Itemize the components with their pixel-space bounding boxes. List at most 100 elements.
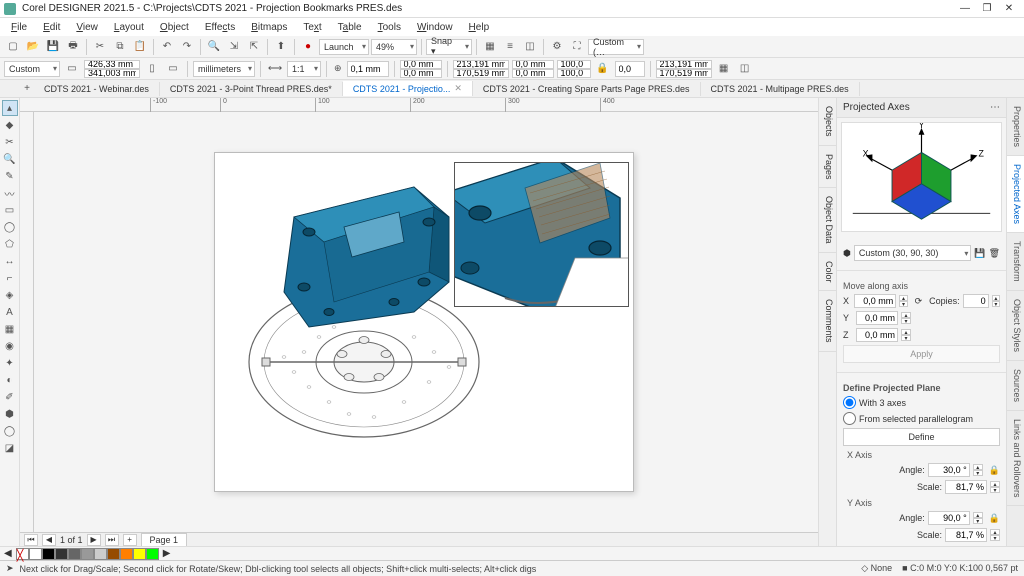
tab-add-icon[interactable]: + <box>20 80 34 98</box>
last-page-icon[interactable]: ⏭ <box>105 534 119 546</box>
redo-icon[interactable]: ↷ <box>178 38 196 56</box>
pct2-input[interactable] <box>557 69 591 78</box>
prev-page-icon[interactable]: ◀ <box>42 534 56 546</box>
ellipse-tool[interactable]: ◯ <box>2 219 18 235</box>
docker-pages[interactable]: Pages <box>819 146 836 189</box>
color-swatch-3[interactable] <box>68 548 81 560</box>
all-pages-icon[interactable]: ▦ <box>715 60 733 78</box>
units-combo[interactable]: millimeters <box>193 61 255 77</box>
doctab-1[interactable]: CDTS 2021 - 3-Point Thread PRES.des* <box>160 82 343 96</box>
rectangle-tool[interactable]: ▭ <box>2 202 18 218</box>
page-height-input[interactable] <box>84 69 140 78</box>
fullscreen-icon[interactable]: ⛶ <box>568 38 586 56</box>
snap-combo[interactable]: Snap ▾ <box>426 39 472 55</box>
rdock-transform[interactable]: Transform <box>1007 233 1024 291</box>
menu-layout[interactable]: Layout <box>107 20 151 35</box>
rdock-projected-axes[interactable]: Projected Axes <box>1007 156 1024 233</box>
rdock-properties[interactable]: Properties <box>1007 98 1024 156</box>
grid-icon[interactable]: ▦ <box>481 38 499 56</box>
menu-help[interactable]: Help <box>462 20 497 35</box>
menu-window[interactable]: Window <box>410 20 460 35</box>
page-preset-combo[interactable]: Custom <box>4 61 60 77</box>
docker-object-data[interactable]: Object Data <box>819 188 836 253</box>
menu-tools[interactable]: Tools <box>371 20 408 35</box>
projected-tool[interactable]: ◈ <box>2 287 18 303</box>
rdock-links[interactable]: Links and Rollovers <box>1007 411 1024 507</box>
pick-tool[interactable]: ▴ <box>2 100 18 116</box>
text-tool[interactable]: A <box>2 304 18 320</box>
undo-icon[interactable]: ↶ <box>158 38 176 56</box>
m2-input[interactable] <box>656 69 712 78</box>
axis-1-scale-input[interactable] <box>945 528 987 542</box>
delete-preset-icon[interactable]: 🗑 <box>989 248 1000 259</box>
search-icon[interactable]: 🔍 <box>205 38 223 56</box>
rotation-input[interactable] <box>615 61 645 77</box>
dup-y-input[interactable] <box>400 69 442 78</box>
menu-object[interactable]: Object <box>153 20 196 35</box>
color-swatch-4[interactable] <box>81 548 94 560</box>
copy-icon[interactable]: ⧉ <box>111 38 129 56</box>
first-page-icon[interactable]: ⏮ <box>24 534 38 546</box>
shape-tool[interactable]: ◆ <box>2 117 18 133</box>
lock-icon[interactable]: 🔒 <box>594 60 612 78</box>
docker-objects[interactable]: Objects <box>819 98 836 146</box>
menu-view[interactable]: View <box>69 20 105 35</box>
rdock-object-styles[interactable]: Object Styles <box>1007 291 1024 361</box>
grid-y-input[interactable] <box>453 69 509 78</box>
crop-tool[interactable]: ✂ <box>2 134 18 150</box>
color-swatch-2[interactable] <box>55 548 68 560</box>
new-icon[interactable]: ▢ <box>4 38 22 56</box>
menu-file[interactable]: File <box>4 20 34 35</box>
landscape-icon[interactable]: ▯ <box>143 60 161 78</box>
drop-shadow-tool[interactable]: ◪ <box>2 440 18 456</box>
docker-color[interactable]: Color <box>819 253 836 292</box>
lock-icon[interactable]: 🔒 <box>989 465 1000 476</box>
launch-combo[interactable]: Launch <box>319 39 369 55</box>
doctab-3[interactable]: CDTS 2021 - Creating Spare Parts Page PR… <box>473 82 701 96</box>
open-icon[interactable]: 📂 <box>24 38 42 56</box>
dimension-tool[interactable]: ↔ <box>2 253 18 269</box>
no-color-swatch[interactable]: ╳ <box>16 548 29 560</box>
menu-text[interactable]: Text <box>296 20 328 35</box>
grid-x-input[interactable] <box>453 60 509 69</box>
next-page-icon[interactable]: ▶ <box>87 534 101 546</box>
facing-icon[interactable]: ◫ <box>736 60 754 78</box>
close-button[interactable]: ✕ <box>998 2 1020 16</box>
axis-1-angle-input[interactable] <box>928 511 970 525</box>
axes-preview[interactable]: Y X Z <box>841 122 1002 232</box>
color-swatch-1[interactable] <box>42 548 55 560</box>
lock-icon[interactable]: 🔒 <box>989 513 1000 524</box>
zoom-combo[interactable]: 49% <box>371 39 417 55</box>
doctab-4[interactable]: CDTS 2021 - Multipage PRES.des <box>701 82 860 96</box>
add-page-icon[interactable]: + <box>123 534 137 546</box>
orientation-icon[interactable]: ▭ <box>164 60 182 78</box>
from-parallelogram-radio[interactable] <box>843 412 856 425</box>
color-swatch-8[interactable] <box>133 548 146 560</box>
color-swatch-7[interactable] <box>120 548 133 560</box>
outline-tool[interactable]: ◯ <box>2 423 18 439</box>
dup-x-input[interactable] <box>400 60 442 69</box>
scale-icon[interactable]: ⟷ <box>266 60 284 78</box>
polygon-tool[interactable]: ⬠ <box>2 236 18 252</box>
axis-0-angle-input[interactable] <box>928 463 970 477</box>
color-swatch-5[interactable] <box>94 548 107 560</box>
copies-input[interactable] <box>963 294 989 308</box>
page-width-input[interactable] <box>84 60 140 69</box>
move-y-input[interactable] <box>856 311 898 325</box>
portrait-icon[interactable]: ▭ <box>63 60 81 78</box>
import-icon[interactable]: ⇲ <box>225 38 243 56</box>
move-z-input[interactable] <box>856 328 898 342</box>
viewport[interactable] <box>34 112 818 532</box>
doctab-2[interactable]: CDTS 2021 - Projectio...✕ <box>343 81 473 96</box>
color-swatch-0[interactable] <box>29 548 42 560</box>
dynamic-guides-icon[interactable]: ◫ <box>521 38 539 56</box>
panel-menu-icon[interactable]: ⋯ <box>990 102 1000 113</box>
guides-icon[interactable]: ≡ <box>501 38 519 56</box>
table-tool[interactable]: ▦ <box>2 321 18 337</box>
nudge-input[interactable] <box>347 61 389 77</box>
effects-tool[interactable]: ✦ <box>2 355 18 371</box>
options-icon[interactable]: ⚙ <box>548 38 566 56</box>
artistic-tool[interactable]: 〰 <box>2 185 18 201</box>
connector-tool[interactable]: ⌐ <box>2 270 18 286</box>
menu-bitmaps[interactable]: Bitmaps <box>244 20 294 35</box>
